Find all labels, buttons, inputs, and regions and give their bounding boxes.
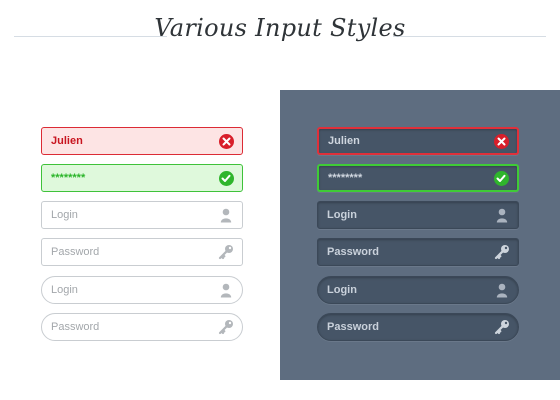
dark-password-pill-placeholder: Password [327,321,379,333]
key-icon [494,244,510,260]
success-check-icon [218,170,234,186]
error-x-icon [493,133,509,149]
user-icon [218,207,234,223]
user-icon [494,207,510,223]
light-login-pill-input[interactable]: Login [41,276,243,304]
light-login-input[interactable]: Login [41,201,243,229]
key-icon [494,319,510,335]
key-icon [218,244,234,260]
light-password-pill-placeholder: Password [51,321,100,333]
light-login-pill-placeholder: Login [51,284,78,296]
dark-login-pill-placeholder: Login [327,284,357,296]
dark-password-pill-input[interactable]: Password [317,313,519,341]
dark-success-input-value: ******** [328,172,363,184]
key-icon [218,319,234,335]
light-password-pill-input[interactable]: Password [41,313,243,341]
user-icon [218,282,234,298]
light-password-input[interactable]: Password [41,238,243,266]
light-password-placeholder: Password [51,246,100,258]
light-success-input[interactable]: ******** [41,164,243,192]
light-error-input[interactable]: Julien [41,127,243,155]
light-error-input-value: Julien [51,135,83,147]
dark-error-input[interactable]: Julien [317,127,519,155]
dark-login-input[interactable]: Login [317,201,519,229]
dark-success-input[interactable]: ******** [317,164,519,192]
page-title: Various Input Styles [154,14,406,42]
error-x-icon [218,133,234,149]
light-success-input-value: ******** [51,172,86,184]
dark-password-input[interactable]: Password [317,238,519,266]
dark-login-pill-input[interactable]: Login [317,276,519,304]
dark-login-placeholder: Login [327,209,357,221]
dark-error-input-value: Julien [328,135,360,147]
dark-password-placeholder: Password [327,246,379,258]
light-login-placeholder: Login [51,209,78,221]
user-icon [494,282,510,298]
success-check-icon [493,170,509,186]
